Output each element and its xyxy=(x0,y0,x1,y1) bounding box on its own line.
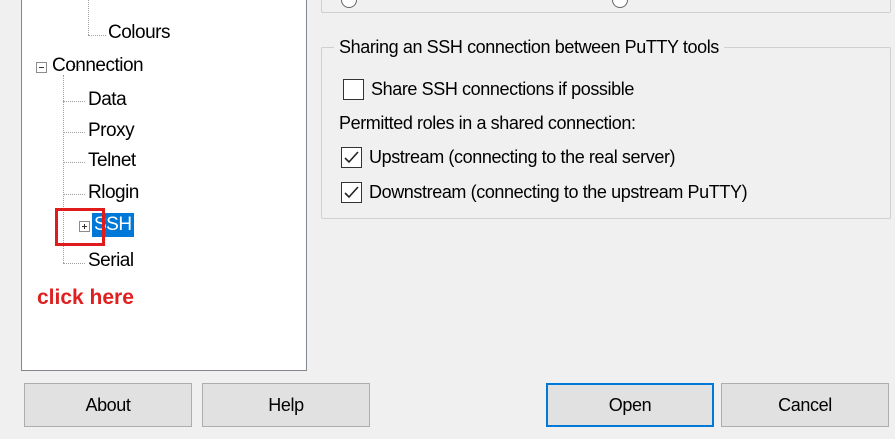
upstream-checkbox[interactable] xyxy=(341,147,362,168)
collapse-connection-icon[interactable] xyxy=(36,62,47,73)
tree-connector xyxy=(63,194,85,195)
tree-item-data[interactable]: Data xyxy=(86,88,128,112)
sharing-group-title: Sharing an SSH connection between PuTTY … xyxy=(334,37,724,58)
downstream-checkbox[interactable] xyxy=(341,182,362,203)
open-button[interactable]: Open xyxy=(546,383,714,427)
cancel-button[interactable]: Cancel xyxy=(721,383,889,427)
checkmark-icon xyxy=(344,186,359,199)
click-here-annotation: click here xyxy=(37,286,134,309)
tree-item-serial[interactable]: Serial xyxy=(86,249,136,273)
tree-item-proxy[interactable]: Proxy xyxy=(86,119,136,143)
tree-item-telnet[interactable]: Telnet xyxy=(86,149,138,173)
share-connections-checkbox[interactable] xyxy=(343,79,364,100)
tree-item-connection[interactable]: Connection xyxy=(50,54,145,78)
downstream-label[interactable]: Downstream (connecting to the upstream P… xyxy=(369,182,748,203)
tree-connector xyxy=(63,162,85,163)
help-button[interactable]: Help xyxy=(202,383,370,427)
permitted-roles-label: Permitted roles in a shared connection: xyxy=(339,113,636,133)
tree-connector xyxy=(88,0,89,35)
tree-connector xyxy=(63,132,85,133)
tree-item-colours[interactable]: Colours xyxy=(106,21,172,45)
tree-connector xyxy=(63,101,85,102)
upstream-label[interactable]: Upstream (connecting to the real server) xyxy=(369,147,676,168)
tree-item-rlogin[interactable]: Rlogin xyxy=(86,181,141,205)
category-tree[interactable]: Colours Connection Data Proxy Telnet Rlo… xyxy=(21,0,307,371)
tree-connector xyxy=(63,263,85,264)
share-connections-label[interactable]: Share SSH connections if possible xyxy=(371,79,634,100)
highlight-box xyxy=(55,208,105,246)
about-button[interactable]: About xyxy=(24,383,192,427)
previous-settings-group xyxy=(321,0,891,13)
tree-connector xyxy=(88,35,106,36)
checkmark-icon xyxy=(344,151,359,164)
